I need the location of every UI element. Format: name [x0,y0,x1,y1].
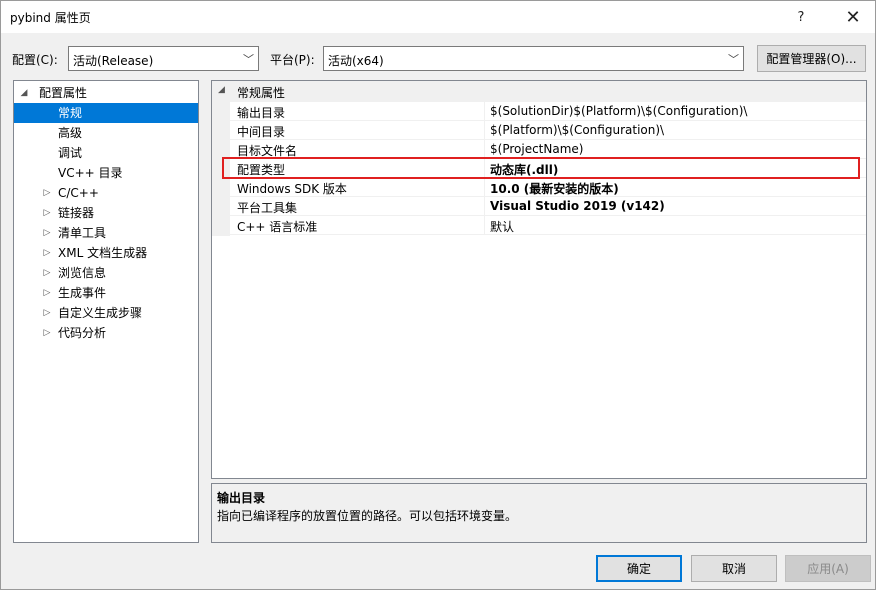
property-value[interactable]: Visual Studio 2019 (v142) [490,199,665,213]
config-dropdown[interactable]: 活动(Release) ﹀ [68,46,259,71]
category-label: 常规属性 [237,86,286,100]
property-name: Windows SDK 版本 [237,182,347,196]
tree-item-advanced[interactable]: 高级 [14,123,198,143]
tree-item-build-events[interactable]: ▷ 生成事件 [14,283,198,303]
property-value[interactable]: $(ProjectName) [490,142,583,156]
config-value: 活动(Release) [73,54,154,68]
platform-value: 活动(x64) [328,54,384,68]
config-label: 配置(C): [12,53,58,67]
column-divider [484,216,485,235]
property-name: 中间目录 [237,125,286,139]
tree-item-config-properties[interactable]: ◢ 配置属性 [14,83,198,103]
property-name: 平台工具集 [237,201,298,215]
property-row-cpp-language-standard[interactable]: C++ 语言标准 默认 [230,216,866,235]
grid-gutter [212,102,230,236]
tree-item-xml-doc-generator[interactable]: ▷ XML 文档生成器 [14,243,198,263]
collapsed-icon[interactable]: ▷ [41,323,53,343]
collapsed-icon[interactable]: ▷ [41,303,53,323]
expanded-icon[interactable]: ◢ [218,85,225,95]
column-divider [484,121,485,140]
configuration-manager-button[interactable]: 配置管理器(O)... [757,45,866,72]
property-value[interactable]: $(Platform)\$(Configuration)\ [490,123,664,137]
tree-item-label: 调试 [58,146,83,160]
property-row-configuration-type[interactable]: 配置类型 动态库(.dll) [230,159,866,178]
property-name: 输出目录 [237,106,286,120]
tree-item-browse-info[interactable]: ▷ 浏览信息 [14,263,198,283]
tree-item-custom-build-step[interactable]: ▷ 自定义生成步骤 [14,303,198,323]
property-name: 配置类型 [237,163,286,177]
collapsed-icon[interactable]: ▷ [41,203,53,223]
property-value[interactable]: 默认 [490,218,514,235]
column-divider [484,140,485,159]
description-panel: 输出目录 指向已编译程序的放置位置的路径。可以包括环境变量。 [211,483,867,543]
platform-dropdown[interactable]: 活动(x64) ﹀ [323,46,744,71]
chevron-down-icon: ﹀ [243,53,254,66]
tree-item-label: 浏览信息 [58,266,107,280]
tree-item-manifest-tool[interactable]: ▷ 清单工具 [14,223,198,243]
window-title: pybind 属性页 [10,11,91,25]
description-title: 输出目录 [217,491,266,505]
apply-button[interactable]: 应用(A) [785,555,871,582]
tree-item-code-analysis[interactable]: ▷ 代码分析 [14,323,198,343]
tree-item-linker[interactable]: ▷ 链接器 [14,203,198,223]
cancel-button[interactable]: 取消 [691,555,777,582]
property-row-output-dir[interactable]: 输出目录 $(SolutionDir)$(Platform)\$(Configu… [230,102,866,121]
tree-item-vc-directories[interactable]: VC++ 目录 [14,163,198,183]
property-value[interactable]: $(SolutionDir)$(Platform)\$(Configuratio… [490,104,747,118]
tree-item-label: 配置属性 [39,86,88,100]
tree-item-label: 高级 [58,126,83,140]
tree-item-label: VC++ 目录 [58,166,123,180]
collapsed-icon[interactable]: ▷ [41,223,53,243]
collapsed-icon[interactable]: ▷ [41,263,53,283]
property-pages-dialog: pybind 属性页 ? ✕ 配置(C): 活动(Release) ﹀ 平台(P… [0,0,876,590]
property-name: C++ 语言标准 [237,220,318,234]
tree-item-label: XML 文档生成器 [58,246,148,260]
property-value[interactable]: 10.0 (最新安装的版本) [490,180,619,197]
collapsed-icon[interactable]: ▷ [41,283,53,303]
tree-item-label: 链接器 [58,206,95,220]
ok-button[interactable]: 确定 [596,555,682,582]
category-tree: ◢ 配置属性 常规 高级 调试 VC++ 目录 ▷ C/C++ ▷ 链接器 ▷ … [13,80,199,543]
tree-item-c-cpp[interactable]: ▷ C/C++ [14,183,198,203]
chevron-down-icon: ﹀ [728,53,739,66]
property-grid: ◢ 常规属性 输出目录 $(SolutionDir)$(Platform)\$(… [211,80,867,479]
category-header-general[interactable]: ◢ 常规属性 [212,81,866,102]
description-text: 指向已编译程序的放置位置的路径。可以包括环境变量。 [217,509,518,523]
help-icon: ? [797,9,805,25]
property-row-windows-sdk-version[interactable]: Windows SDK 版本 10.0 (最新安装的版本) [230,178,866,197]
title-bar: pybind 属性页 ? ✕ [1,1,875,33]
tree-item-label: 常规 [58,106,83,120]
column-divider [484,178,485,197]
collapsed-icon[interactable]: ▷ [41,183,53,203]
close-button[interactable]: ✕ [831,1,875,33]
column-divider [484,197,485,216]
expanded-icon[interactable]: ◢ [18,83,30,103]
tree-item-label: 自定义生成步骤 [58,306,143,320]
property-row-platform-toolset[interactable]: 平台工具集 Visual Studio 2019 (v142) [230,197,866,216]
tree-item-label: 清单工具 [58,226,107,240]
collapsed-icon[interactable]: ▷ [41,243,53,263]
property-value[interactable]: 动态库(.dll) [490,161,558,178]
property-row-intermediate-dir[interactable]: 中间目录 $(Platform)\$(Configuration)\ [230,121,866,140]
close-icon: ✕ [845,6,861,28]
property-row-target-name[interactable]: 目标文件名 $(ProjectName) [230,140,866,159]
tree-item-label: 生成事件 [58,286,107,300]
tree-item-general[interactable]: 常规 [14,103,198,123]
column-divider [484,159,485,178]
tree-item-label: 代码分析 [58,326,107,340]
property-name: 目标文件名 [237,144,298,158]
help-button[interactable]: ? [779,1,823,33]
tree-item-debugging[interactable]: 调试 [14,143,198,163]
column-divider [484,102,485,121]
platform-label: 平台(P): [270,53,315,67]
tree-item-label: C/C++ [58,186,99,200]
